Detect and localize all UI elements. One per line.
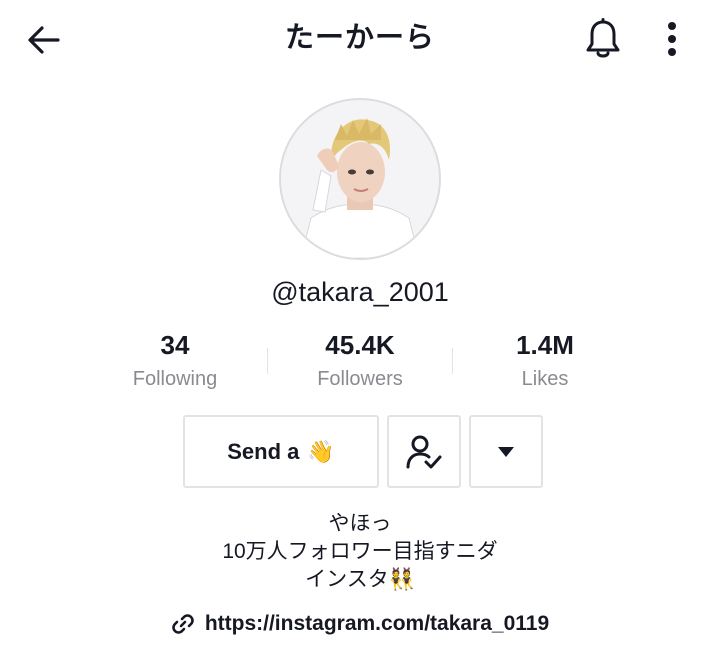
bio-line: やほっ xyxy=(328,512,392,535)
avatar-image xyxy=(281,100,439,258)
stat-divider xyxy=(267,348,268,374)
stat-following[interactable]: 34 Following xyxy=(90,328,260,394)
followers-count: 45.4K xyxy=(325,330,395,360)
send-label: Send a xyxy=(227,438,300,464)
send-wave-button[interactable]: Send a 👋 xyxy=(183,415,379,488)
more-options-button[interactable] xyxy=(652,16,692,62)
bio-line: 10万人フォロワー目指すニダ xyxy=(222,540,498,563)
likes-count: 1.4M xyxy=(516,330,574,360)
bio-line: インスタ👯 xyxy=(305,568,415,591)
caret-down-icon xyxy=(498,446,514,457)
profile-link-url: https://instagram.com/takara_0119 xyxy=(204,612,550,635)
username: @takara_2001 xyxy=(271,277,449,307)
bell-icon xyxy=(586,18,620,58)
following-status-button[interactable] xyxy=(387,415,461,488)
stat-likes[interactable]: 1.4M Likes xyxy=(460,328,630,394)
link-icon xyxy=(172,614,194,634)
profile-link[interactable]: https://instagram.com/takara_0119 xyxy=(0,612,720,636)
following-count: 34 xyxy=(160,330,190,360)
suggested-accounts-button[interactable] xyxy=(469,415,543,488)
followers-label: Followers xyxy=(317,368,403,390)
more-vertical-icon xyxy=(668,22,676,56)
user-check-icon xyxy=(406,435,442,468)
avatar[interactable] xyxy=(279,98,441,260)
following-label: Following xyxy=(132,368,218,390)
stat-followers[interactable]: 45.4K Followers xyxy=(275,328,445,394)
stat-divider xyxy=(452,348,453,374)
notification-button[interactable] xyxy=(580,16,626,62)
wave-icon: 👋 xyxy=(307,438,335,464)
likes-label: Likes xyxy=(521,368,569,390)
